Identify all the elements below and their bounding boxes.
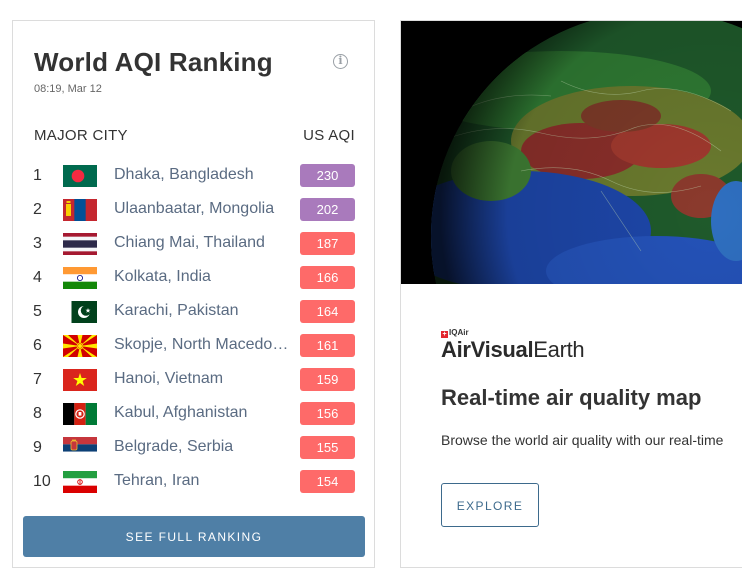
earth-globe-image[interactable] bbox=[401, 21, 742, 284]
ranking-row[interactable]: 7 Hanoi, Vietnam 159 bbox=[13, 363, 376, 397]
rank-number: 1 bbox=[33, 167, 42, 184]
page: World AQI Ranking i 08:19, Mar 12 MAJOR … bbox=[0, 0, 742, 573]
north-macedonia-flag-icon bbox=[63, 335, 97, 357]
rank-number: 9 bbox=[33, 439, 42, 456]
city-link[interactable]: Ulaanbaatar, Mongolia bbox=[114, 200, 290, 218]
airvisual-earth-card: + IQAir AirVisualEarth Real-time air qual… bbox=[400, 20, 742, 568]
city-link[interactable]: Belgrade, Serbia bbox=[114, 438, 290, 456]
column-header-city: MAJOR CITY bbox=[34, 127, 128, 144]
aqi-badge: 156 bbox=[300, 402, 355, 425]
ranking-row[interactable]: 9 Belgrade, Serbia 155 bbox=[13, 431, 376, 465]
ranking-row[interactable]: 2 Ulaanbaatar, Mongolia 202 bbox=[13, 193, 376, 227]
city-link[interactable]: Chiang Mai, Thailand bbox=[114, 234, 290, 252]
ranking-row[interactable]: 3 Chiang Mai, Thailand 187 bbox=[13, 227, 376, 261]
iqair-logo-text: IQAir bbox=[449, 328, 469, 337]
brand-earth: Earth bbox=[533, 337, 585, 362]
see-full-ranking-button[interactable]: SEE FULL RANKING bbox=[23, 516, 365, 557]
rank-number: 8 bbox=[33, 405, 42, 422]
aqi-badge: 161 bbox=[300, 334, 355, 357]
city-link[interactable]: Kolkata, India bbox=[114, 268, 290, 286]
aqi-badge: 202 bbox=[300, 198, 355, 221]
brand-airvisual: AirVisual bbox=[441, 337, 534, 362]
ranking-row[interactable]: 1 Dhaka, Bangladesh 230 bbox=[13, 159, 376, 193]
ranking-row[interactable]: 8 Kabul, Afghanistan 156 bbox=[13, 397, 376, 431]
city-link[interactable]: Tehran, Iran bbox=[114, 472, 290, 490]
aqi-badge: 155 bbox=[300, 436, 355, 459]
rank-number: 7 bbox=[33, 371, 42, 388]
ranking-row[interactable]: 4 Kolkata, India 166 bbox=[13, 261, 376, 295]
rank-number: 10 bbox=[33, 473, 51, 490]
city-link[interactable]: Dhaka, Bangladesh bbox=[114, 166, 290, 184]
ranking-row[interactable]: 10 Tehran, Iran 154 bbox=[13, 465, 376, 499]
ranking-timestamp: 08:19, Mar 12 bbox=[34, 83, 102, 95]
city-link[interactable]: Karachi, Pakistan bbox=[114, 302, 290, 320]
pakistan-flag-icon bbox=[63, 301, 97, 323]
city-link[interactable]: Hanoi, Vietnam bbox=[114, 370, 290, 388]
earth-heading: Real-time air quality map bbox=[441, 385, 702, 410]
ranking-title: World AQI Ranking bbox=[34, 47, 273, 77]
rank-number: 6 bbox=[33, 337, 42, 354]
ranking-row[interactable]: 6 Skopje, North Macedonia 161 bbox=[13, 329, 376, 363]
rank-number: 5 bbox=[33, 303, 42, 320]
afghanistan-flag-icon bbox=[63, 403, 97, 425]
aqi-badge: 164 bbox=[300, 300, 355, 323]
ranking-row[interactable]: 5 Karachi, Pakistan 164 bbox=[13, 295, 376, 329]
explore-button[interactable]: EXPLORE bbox=[441, 483, 539, 527]
info-icon[interactable]: i bbox=[333, 54, 348, 69]
earth-description: Browse the world air quality with our re… bbox=[441, 432, 724, 448]
thailand-flag-icon bbox=[63, 233, 97, 255]
aqi-badge: 166 bbox=[300, 266, 355, 289]
mongolia-flag-icon bbox=[63, 199, 97, 221]
aqi-badge: 154 bbox=[300, 470, 355, 493]
iran-flag-icon bbox=[63, 471, 97, 493]
aqi-badge: 230 bbox=[300, 164, 355, 187]
aqi-ranking-card: World AQI Ranking i 08:19, Mar 12 MAJOR … bbox=[12, 20, 375, 568]
vietnam-flag-icon bbox=[63, 369, 97, 391]
india-flag-icon bbox=[63, 267, 97, 289]
ranking-list: 1 Dhaka, Bangladesh 230 2 Ulaanbaatar, M… bbox=[13, 159, 376, 499]
column-header-aqi: US AQI bbox=[303, 127, 355, 144]
aqi-badge: 187 bbox=[300, 232, 355, 255]
rank-number: 3 bbox=[33, 235, 42, 252]
rank-number: 4 bbox=[33, 269, 42, 286]
bangladesh-flag-icon bbox=[63, 165, 97, 187]
rank-number: 2 bbox=[33, 201, 42, 218]
city-link[interactable]: Kabul, Afghanistan bbox=[114, 404, 290, 422]
serbia-flag-icon bbox=[63, 437, 97, 459]
city-link[interactable]: Skopje, North Macedonia bbox=[114, 336, 290, 354]
aqi-badge: 159 bbox=[300, 368, 355, 391]
